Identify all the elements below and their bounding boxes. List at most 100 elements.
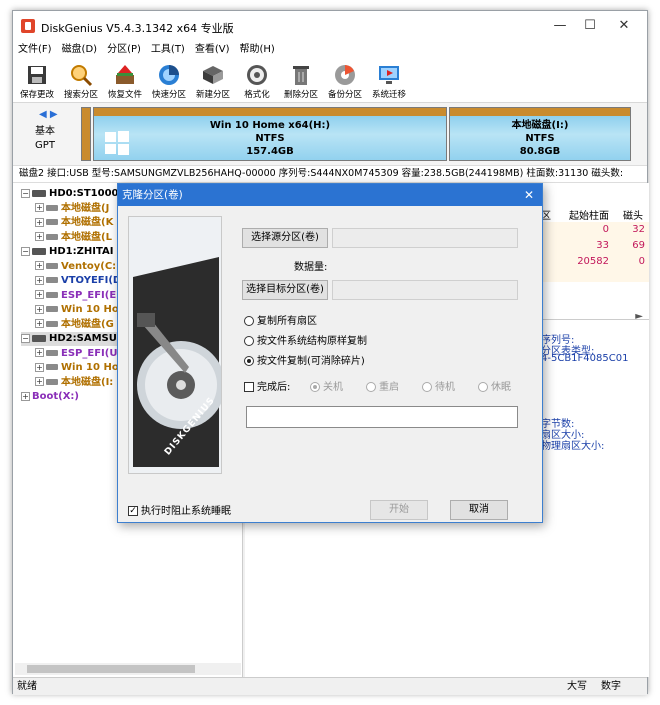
menu-disk[interactable]: 磁盘(D) xyxy=(57,41,103,59)
new-partition-button[interactable]: 新建分区 xyxy=(191,61,235,101)
cancel-button[interactable]: 取消 xyxy=(450,500,508,520)
dialog-close-button[interactable]: ✕ xyxy=(524,184,534,206)
search-partition-button[interactable]: 搜索分区 xyxy=(59,61,103,101)
toolbar-label: 系统迁移 xyxy=(371,90,406,100)
menu-view[interactable]: 查看(V) xyxy=(190,41,235,59)
partition-block-local-i[interactable]: 本地磁盘(I:) NTFS 80.8GB xyxy=(449,107,631,161)
status-ready: 就绪 xyxy=(17,681,37,692)
horizontal-scrollbar[interactable] xyxy=(15,663,241,675)
table-cell: 32 xyxy=(632,224,645,235)
tree-node-label: Win 10 Ho xyxy=(61,362,119,373)
menu-tools[interactable]: 工具(T) xyxy=(146,41,190,59)
tree-partition-node[interactable]: + 本地磁盘(J xyxy=(35,202,109,216)
tree-expander-icon[interactable]: + xyxy=(35,304,44,314)
close-button[interactable]: ✕ xyxy=(609,15,639,37)
toolbar-label: 快速分区 xyxy=(151,90,186,100)
tree-partition-node[interactable]: + ESP_EFI(U xyxy=(35,347,117,361)
tree-expander-icon[interactable]: + xyxy=(35,348,44,357)
tree-expander-icon[interactable]: + xyxy=(35,290,44,299)
partition-name: Win 10 Home x64(H:) xyxy=(209,120,331,131)
partition-block-body: Win 10 Home x64(H:) NTFS 157.4GB xyxy=(94,116,446,160)
radio-copy-all-sectors[interactable]: 复制所有扇区 xyxy=(244,316,317,328)
gpt-label: GPT xyxy=(35,140,55,151)
dialog-title: 克隆分区(卷) xyxy=(122,189,183,201)
radio-hibernate[interactable]: 休眠 xyxy=(478,382,511,394)
tree-expander-icon[interactable]: − xyxy=(21,188,30,198)
partition-block-body: 本地磁盘(I:) NTFS 80.8GB xyxy=(450,116,630,160)
save-icon xyxy=(28,66,46,84)
disk-nav-arrows[interactable]: ◀ ▶ xyxy=(39,109,58,120)
radio-shutdown[interactable]: 关机 xyxy=(310,382,343,394)
toolbar-label: 删除分区 xyxy=(283,90,318,100)
tree-partition-node[interactable]: + ESP_EFI(E: xyxy=(35,289,120,303)
tree-expander-icon[interactable]: + xyxy=(21,391,30,401)
scrollbar-thumb[interactable] xyxy=(27,665,195,673)
source-partition-field[interactable] xyxy=(332,228,518,248)
tree-expander-icon[interactable]: − xyxy=(21,246,30,256)
tree-partition-node[interactable]: + Win 10 Ho xyxy=(35,361,119,375)
tree-partition-node[interactable]: + VTOYEFI(D xyxy=(35,274,121,288)
tree-partition-node[interactable]: + 本地磁盘(G xyxy=(35,318,114,332)
tree-partition-node[interactable]: + 本地磁盘(K xyxy=(35,216,113,230)
partition-fs: NTFS xyxy=(255,133,285,144)
format-button[interactable]: 格式化 xyxy=(235,61,279,101)
col-header-start-cylinder: 起始柱面 xyxy=(569,211,609,222)
partition-icon xyxy=(46,364,58,370)
maximize-button[interactable]: ☐ xyxy=(575,15,605,37)
tree-disk-node[interactable]: − HD0:ST1000 xyxy=(21,187,118,201)
after-complete-checkbox[interactable]: 完成后: xyxy=(244,382,290,394)
tree-partition-node[interactable]: + 本地磁盘(I: xyxy=(35,376,113,390)
target-partition-field[interactable] xyxy=(332,280,518,300)
recover-icon xyxy=(116,65,134,84)
menu-file[interactable]: 文件(F) xyxy=(13,41,57,59)
backup-partition-button[interactable]: 备份分区 xyxy=(323,61,367,101)
tree-partition-node[interactable]: + Win 10 Ho xyxy=(35,303,119,317)
tree-partition-node[interactable]: + Boot(X:) xyxy=(21,390,79,404)
radio-standby[interactable]: 待机 xyxy=(422,382,455,394)
tree-expander-icon[interactable]: + xyxy=(35,377,44,386)
tree-partition-node[interactable]: + 本地磁盘(L xyxy=(35,231,112,245)
hard-disk-icon xyxy=(32,189,46,197)
tree-expander-icon[interactable]: + xyxy=(35,217,44,227)
tree-node-label: HD1:ZHITAI xyxy=(49,246,114,257)
toolbar-label: 新建分区 xyxy=(195,90,230,100)
toolbar-label: 搜索分区 xyxy=(63,90,98,100)
tree-expander-icon[interactable]: + xyxy=(35,319,44,328)
minimize-button[interactable]: — xyxy=(545,15,575,37)
quick-partition-button[interactable]: 快速分区 xyxy=(147,61,191,101)
tree-disk-node[interactable]: − HD1:ZHITAI xyxy=(21,245,113,259)
disk-map: ◀ ▶ 基本 GPT Win 10 Home x64(H:) NTFS 157.… xyxy=(13,103,647,165)
status-num: 数字 xyxy=(601,681,621,692)
tree-expander-icon[interactable]: + xyxy=(35,261,44,270)
radio-circle xyxy=(244,336,254,346)
tree-expander-icon[interactable]: + xyxy=(35,232,44,241)
recover-files-button[interactable]: 恢复文件 xyxy=(103,61,147,101)
checkbox-box: ✓ xyxy=(128,506,138,516)
menu-partition[interactable]: 分区(P) xyxy=(102,41,146,59)
toolbar-label: 格式化 xyxy=(244,90,270,100)
scroll-right-arrow[interactable]: ► xyxy=(635,311,643,322)
select-target-button[interactable]: 选择目标分区(卷) xyxy=(242,280,328,300)
system-migration-button[interactable]: 系统迁移 xyxy=(367,61,411,101)
migrate-icon xyxy=(379,66,399,84)
radio-restart[interactable]: 重启 xyxy=(366,382,399,394)
radio-copy-by-file[interactable]: 按文件复制(可消除碎片) xyxy=(244,356,365,368)
start-button[interactable]: 开始 xyxy=(370,500,428,520)
tree-expander-icon[interactable]: + xyxy=(35,203,44,212)
tree-expander-icon[interactable]: − xyxy=(21,333,30,343)
partition-icon xyxy=(46,291,58,298)
menu-help[interactable]: 帮助(H) xyxy=(235,41,280,59)
select-source-button[interactable]: 选择源分区(卷) xyxy=(242,228,328,248)
partition-block-esp[interactable] xyxy=(81,107,91,161)
tree-partition-node[interactable]: + Ventoy(C: xyxy=(35,260,116,274)
tree-expander-icon[interactable]: + xyxy=(35,362,44,372)
tree-expander-icon[interactable]: + xyxy=(35,275,44,285)
status-caps: 大写 xyxy=(567,681,587,692)
tree-disk-node[interactable]: − HD2:SAMSUN xyxy=(21,332,126,346)
partition-block-win10[interactable]: Win 10 Home x64(H:) NTFS 157.4GB xyxy=(93,107,447,161)
radio-copy-fs-structure[interactable]: 按文件系统结构原样复制 xyxy=(244,336,367,348)
radio-label: 待机 xyxy=(435,382,455,393)
prevent-sleep-checkbox[interactable]: ✓ 执行时阻止系统睡眠 xyxy=(128,506,231,518)
save-changes-button[interactable]: 保存更改 xyxy=(15,61,59,101)
delete-partition-button[interactable]: 删除分区 xyxy=(279,61,323,101)
